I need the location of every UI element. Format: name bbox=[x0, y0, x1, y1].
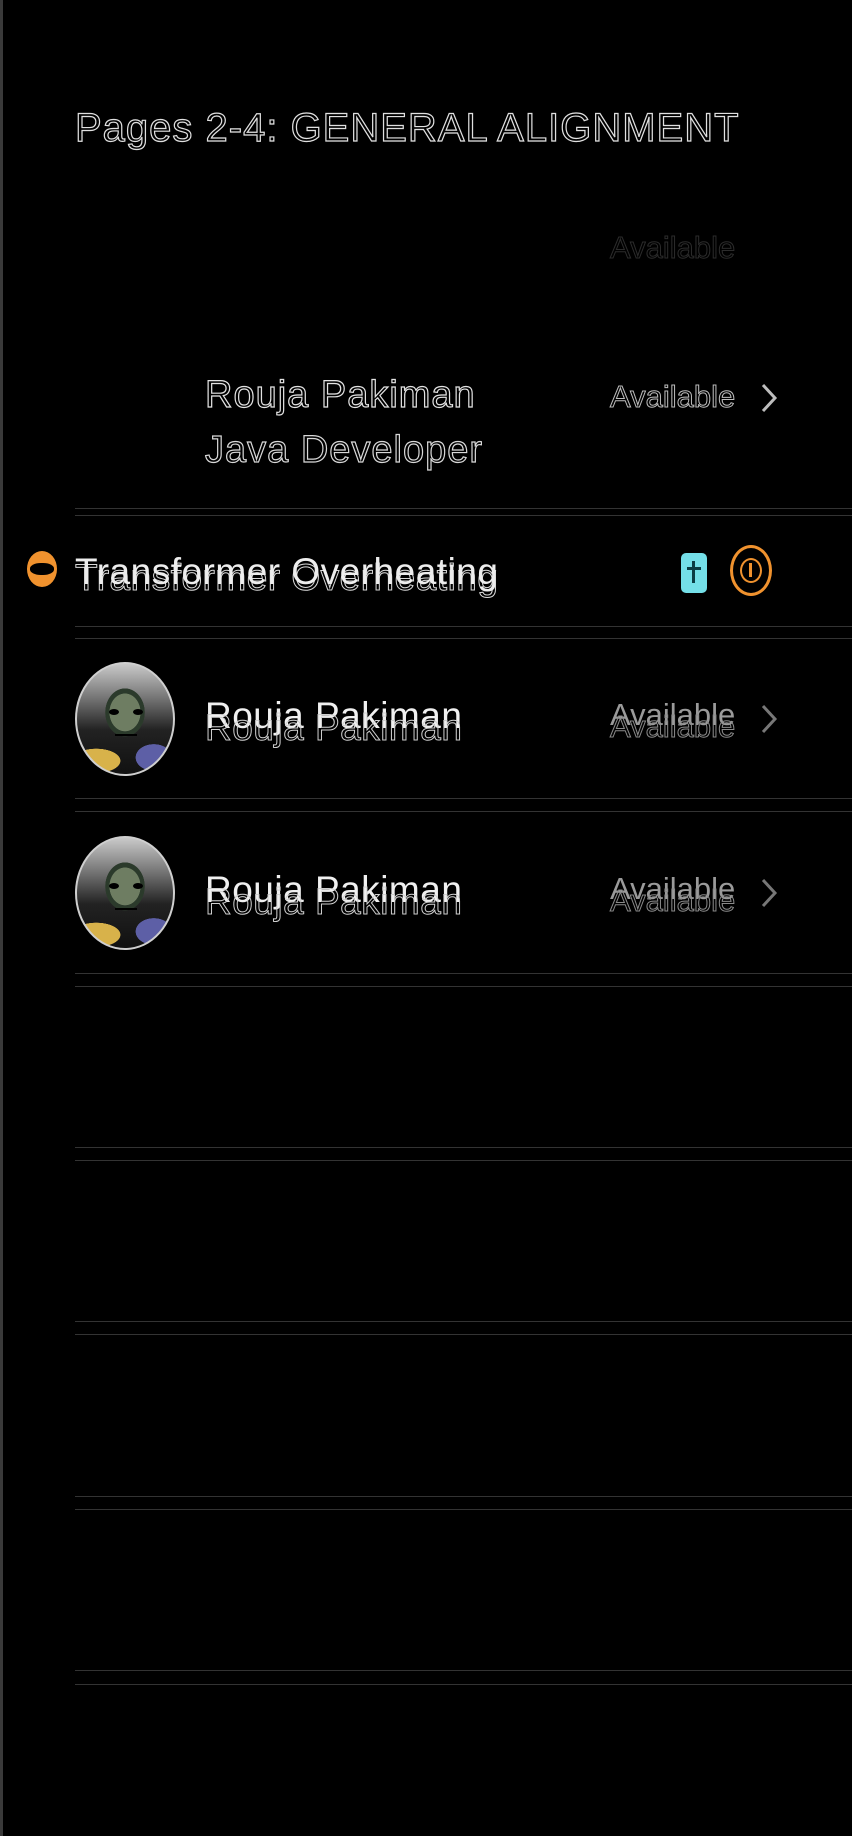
separator bbox=[75, 1147, 852, 1148]
phone-icon[interactable] bbox=[681, 553, 707, 593]
target-icon[interactable] bbox=[730, 545, 772, 596]
avatar bbox=[75, 662, 175, 776]
alert-indicator-icon bbox=[27, 551, 57, 587]
separator bbox=[75, 1670, 852, 1671]
contact-name-shadow: Rouja Pakiman bbox=[204, 881, 463, 923]
chevron-right-icon bbox=[761, 383, 778, 413]
ghost-status-label: Available bbox=[609, 230, 736, 266]
page-title: Pages 2-4: GENERAL ALIGNMENT bbox=[74, 105, 740, 150]
separator bbox=[75, 515, 852, 516]
separator bbox=[75, 1321, 852, 1322]
separator bbox=[75, 1496, 852, 1497]
separator bbox=[75, 1334, 852, 1335]
separator bbox=[75, 798, 852, 799]
alert-title: Transformer Overheating bbox=[75, 551, 499, 592]
separator bbox=[75, 973, 852, 974]
separator bbox=[75, 626, 852, 627]
separator bbox=[75, 1509, 852, 1510]
contact-name: Rouja Pakiman bbox=[204, 373, 476, 416]
separator bbox=[75, 1160, 852, 1161]
contact-status-shadow: Available bbox=[609, 709, 736, 745]
contact-status-shadow: Available bbox=[609, 883, 736, 919]
separator bbox=[75, 638, 852, 639]
separator bbox=[75, 811, 852, 812]
contact-status: Available bbox=[609, 379, 736, 415]
left-edge-border bbox=[0, 0, 3, 1836]
avatar bbox=[75, 836, 175, 950]
chevron-right-icon bbox=[761, 704, 778, 734]
separator bbox=[75, 986, 852, 987]
contact-name-shadow: Rouja Pakiman bbox=[204, 707, 463, 749]
separator bbox=[75, 1684, 852, 1685]
separator bbox=[75, 508, 852, 509]
chevron-right-icon bbox=[761, 878, 778, 908]
contact-subtitle: Java Developer bbox=[204, 428, 484, 471]
